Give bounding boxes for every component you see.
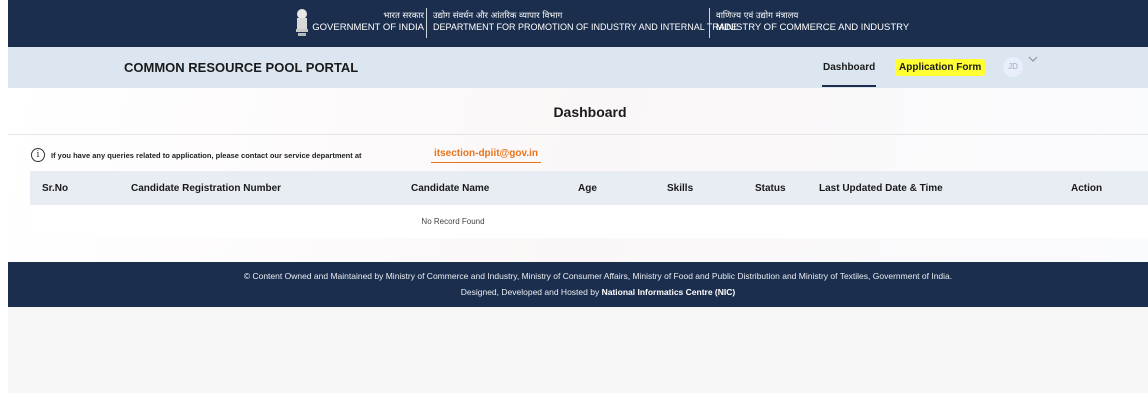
candidates-table: Sr.No Candidate Registration Number Cand…: [30, 171, 1148, 238]
info-message: If you have any queries related to appli…: [51, 151, 362, 160]
column-header: Sr.No: [42, 183, 69, 194]
table-body: No Record Found: [30, 205, 1148, 238]
ministry-english-text: MINISTRY OF COMMERCE AND INDUSTRY: [716, 22, 910, 33]
footer-nic-link[interactable]: National Informatics Centre (NIC): [602, 287, 736, 297]
title-divider: [8, 134, 1148, 135]
footer-ownership-text: © Content Owned and Maintained by Minist…: [243, 271, 953, 281]
ministry-label: वाणिज्य एवं उद्योग मंत्रालय MINISTRY OF …: [716, 11, 909, 33]
banner-divider: [709, 8, 710, 38]
column-header: Action: [1071, 183, 1103, 194]
nav-application-form-link[interactable]: Application Form: [895, 59, 986, 76]
column-header: Age: [578, 183, 597, 194]
column-header: Status: [755, 183, 786, 194]
dept-hindi-text: उद्योग संवर्धन और आंतरिक व्यापार विभाग: [433, 11, 563, 21]
banner-divider: [426, 8, 427, 38]
portal-header: COMMON RESOURCE POOL PORTAL Dashboard Ap…: [8, 47, 1148, 88]
column-header: Skills: [667, 183, 694, 194]
empty-state-message: No Record Found: [421, 217, 485, 226]
info-icon: i: [31, 148, 45, 162]
active-nav-indicator: [822, 85, 876, 87]
chevron-down-icon[interactable]: [1028, 55, 1038, 63]
page-bottom-area: [8, 307, 1148, 393]
portal-title: COMMON RESOURCE POOL PORTAL: [124, 60, 359, 75]
gov-english-text: GOVERNMENT OF INDIA: [312, 22, 424, 33]
footer-credits: Designed, Developed and Hosted by Nation…: [8, 287, 1148, 297]
contact-email-link[interactable]: itsection-dpiit@gov.in: [431, 147, 542, 163]
page-left-margin: [0, 0, 8, 393]
user-avatar[interactable]: JD: [1003, 57, 1023, 77]
dept-english-text: DEPARTMENT FOR PROMOTION OF INDUSTRY AND…: [433, 22, 738, 32]
nav-dashboard-link[interactable]: Dashboard: [823, 62, 875, 73]
column-header: Last Updated Date & Time: [819, 183, 943, 194]
page-title: Dashboard: [553, 104, 627, 120]
table-header: Sr.No Candidate Registration Number Cand…: [30, 171, 1148, 205]
site-footer: © Content Owned and Maintained by Minist…: [8, 262, 1148, 307]
government-banner: भारत सरकार GOVERNMENT OF INDIA उद्योग सं…: [8, 0, 1148, 47]
footer-credits-prefix: Designed, Developed and Hosted by: [460, 287, 600, 297]
column-header: Candidate Name: [411, 183, 490, 194]
gov-of-india-label: भारत सरकार GOVERNMENT OF INDIA: [308, 11, 424, 33]
dept-label: उद्योग संवर्धन और आंतरिक व्यापार विभाग D…: [433, 11, 737, 33]
column-header: Candidate Registration Number: [131, 183, 282, 194]
gov-hindi-text: भारत सरकार: [383, 11, 424, 21]
ministry-hindi-text: वाणिज्य एवं उद्योग मंत्रालय: [716, 11, 799, 21]
